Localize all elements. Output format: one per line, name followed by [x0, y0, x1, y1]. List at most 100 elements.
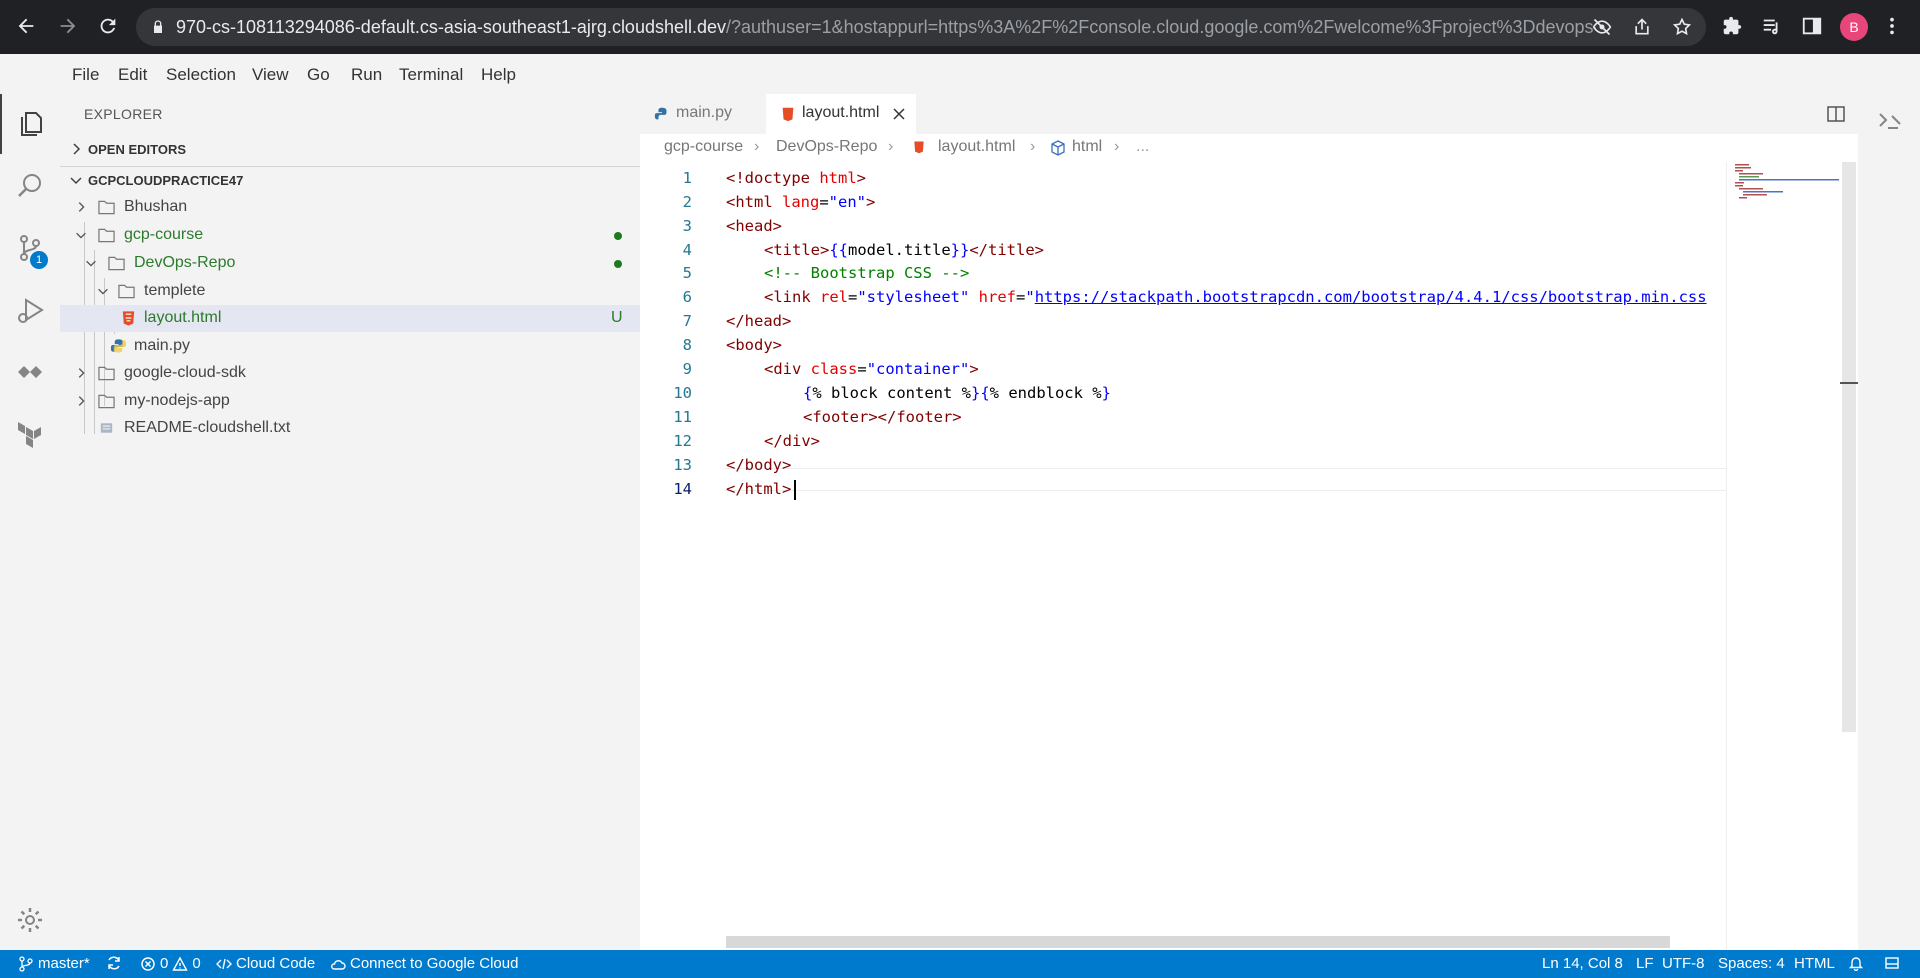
menu-file[interactable]: File — [72, 65, 99, 85]
open-editors-section[interactable]: OPEN EDITORS — [60, 137, 640, 163]
tree-item-devops-repo[interactable]: DevOps-Repo — [60, 250, 640, 277]
breadcrumb-item[interactable]: ... — [1136, 138, 1149, 156]
menu-view[interactable]: View — [252, 65, 289, 85]
code-line: <!-- Bootstrap CSS --> — [764, 264, 970, 282]
tree-item-gcp-course[interactable]: gcp-course — [60, 222, 640, 249]
tree-item-label: layout.html — [144, 309, 222, 326]
folder-icon — [98, 228, 115, 243]
folder-icon — [118, 284, 135, 299]
settings-activity[interactable] — [0, 890, 60, 950]
notifications-button[interactable] — [1848, 955, 1864, 971]
breadcrumb-item[interactable]: layout.html — [938, 138, 1015, 156]
chevron-right-icon — [73, 143, 81, 155]
menu-run[interactable]: Run — [351, 65, 382, 85]
chevron-down-icon — [76, 232, 86, 239]
indentation-indicator[interactable]: Spaces: 4 — [1718, 955, 1785, 972]
line-number: 3 — [682, 217, 692, 235]
forward-button[interactable] — [52, 10, 84, 42]
line-number: 9 — [682, 360, 692, 378]
cloud-code-status[interactable]: Cloud Code — [216, 955, 315, 972]
back-button[interactable] — [10, 10, 42, 42]
untracked-badge: U — [611, 309, 623, 326]
media-controls-icon[interactable] — [1760, 14, 1784, 38]
tree-item-templete[interactable]: templete — [60, 278, 640, 305]
address-bar[interactable]: 970-cs-108113294086-default.cs-asia-sout… — [136, 8, 1706, 46]
stylesheet-link[interactable]: https://stackpath.bootstrapcdn.com/boots… — [1035, 288, 1707, 306]
bookmark-star-icon[interactable] — [1670, 15, 1694, 39]
workspace-section[interactable]: GCPCLOUDPRACTICE47 — [60, 168, 640, 194]
horizontal-scrollbar[interactable] — [726, 936, 1670, 948]
source-control-activity[interactable]: 1 — [0, 218, 60, 278]
terraform-icon — [18, 422, 41, 448]
cloud-code-icon — [18, 366, 42, 378]
menu-selection[interactable]: Selection — [166, 65, 236, 85]
chevron-right-icon — [78, 202, 85, 212]
problems-indicator[interactable]: 0 0 — [140, 955, 201, 972]
close-icon[interactable] — [892, 107, 906, 121]
scm-badge: 1 — [30, 251, 48, 269]
lock-icon[interactable] — [146, 15, 170, 39]
tree-item-main-py[interactable]: main.py — [60, 333, 640, 360]
cloud-code-sidebar-icon[interactable] — [1876, 110, 1904, 138]
tab-layout-html[interactable]: layout.html — [766, 94, 916, 134]
tree-item-my-nodejs-app[interactable]: my-nodejs-app — [60, 388, 640, 415]
sync-button[interactable] — [106, 955, 122, 971]
editor-tabs: main.py layout.html — [640, 94, 1858, 134]
code-editor[interactable]: 1 2 3 4 5 6 7 8 9 10 11 12 13 14 <!docty… — [640, 162, 1726, 950]
tab-label: main.py — [676, 104, 733, 121]
share-icon[interactable] — [1630, 15, 1654, 39]
code-line: {% block content %}{% endblock %} — [803, 384, 1111, 402]
eol-indicator[interactable]: LF — [1636, 955, 1654, 972]
breadcrumb-item[interactable]: gcp-course — [664, 138, 743, 156]
breadcrumb-item[interactable]: html — [1072, 138, 1102, 156]
minimap[interactable] — [1726, 162, 1839, 950]
cursor-position[interactable]: Ln 14, Col 8 — [1542, 955, 1623, 972]
code-line: </html> — [726, 480, 792, 498]
tree-item-readme[interactable]: README-cloudshell.txt — [60, 415, 640, 442]
reload-button[interactable] — [92, 10, 124, 42]
cloud-code-activity[interactable] — [0, 342, 60, 402]
sync-icon — [108, 956, 120, 970]
layout-toggle-button[interactable] — [1884, 955, 1900, 971]
code-brackets-icon — [216, 958, 232, 969]
encoding-indicator[interactable]: UTF-8 — [1662, 955, 1705, 972]
tree-item-google-cloud-sdk[interactable]: google-cloud-sdk — [60, 360, 640, 387]
chevron-down-icon — [98, 288, 108, 295]
eye-off-icon[interactable] — [1590, 15, 1614, 39]
menu-help[interactable]: Help — [481, 65, 516, 85]
tree-item-label: google-cloud-sdk — [124, 364, 246, 381]
side-panel-icon[interactable] — [1800, 14, 1824, 38]
folder-icon — [108, 256, 125, 271]
line-number: 10 — [673, 384, 692, 402]
line-number: 12 — [673, 432, 692, 450]
folder-icon — [98, 200, 115, 215]
html-file-icon — [782, 107, 794, 122]
tree-item-label: gcp-course — [124, 226, 204, 243]
branch-indicator[interactable]: master* — [18, 955, 90, 972]
extensions-icon[interactable] — [1720, 14, 1744, 38]
url-text[interactable]: 970-cs-108113294086-default.cs-asia-sout… — [176, 17, 1596, 38]
split-editor-icon[interactable] — [1826, 104, 1846, 124]
tree-item-bhushan[interactable]: Bhushan — [60, 194, 640, 221]
breadcrumb-item[interactable]: DevOps-Repo — [776, 138, 877, 156]
cube-icon — [1051, 140, 1065, 156]
tree-item-layout-html[interactable]: layout.html U — [60, 305, 640, 332]
explorer-activity[interactable] — [0, 94, 60, 154]
search-activity[interactable] — [0, 156, 60, 216]
more-vertical-icon[interactable] — [1880, 14, 1904, 38]
connect-cloud-status[interactable]: Connect to Google Cloud — [330, 955, 518, 972]
chevron-right-icon — [78, 396, 85, 406]
cloud-icon — [331, 959, 346, 970]
profile-avatar[interactable]: B — [1840, 13, 1868, 41]
line-number: 4 — [682, 241, 692, 259]
arrow-left-icon — [18, 18, 34, 34]
tab-main-py[interactable]: main.py — [640, 94, 766, 134]
terraform-activity[interactable] — [0, 404, 60, 464]
chevron-down-icon — [86, 260, 96, 267]
vertical-scrollbar[interactable] — [1842, 162, 1856, 732]
language-mode[interactable]: HTML — [1794, 955, 1835, 972]
run-debug-activity[interactable] — [0, 280, 60, 340]
menu-terminal[interactable]: Terminal — [399, 65, 463, 85]
menu-go[interactable]: Go — [307, 65, 330, 85]
menu-edit[interactable]: Edit — [118, 65, 147, 85]
